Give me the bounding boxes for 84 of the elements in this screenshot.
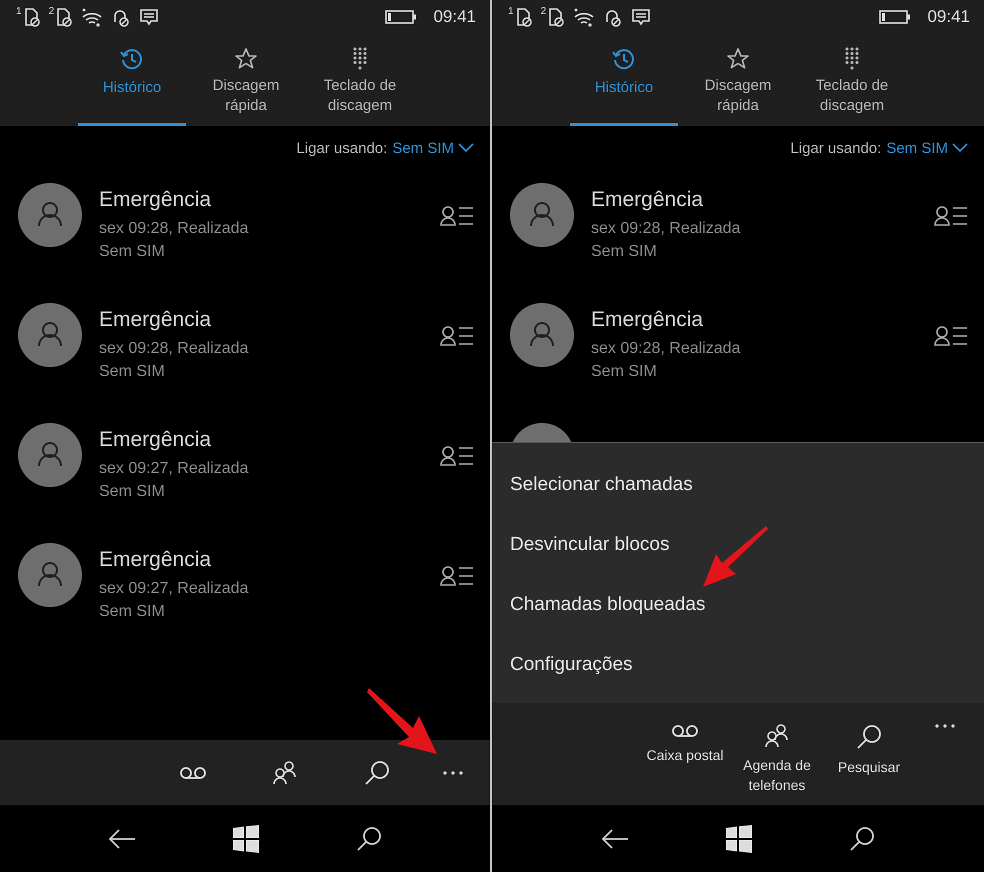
alarm-icon [603,7,624,27]
annotation-arrow [702,524,768,588]
contact-name: Emergência [591,187,704,213]
tab[interactable]: Discagem rápida [192,34,300,126]
sim-icon [22,7,41,27]
windows-logo-icon[interactable] [232,824,260,852]
call-detail: sex 09:28, Realizada [99,339,250,359]
menu-item[interactable]: Desvincular blocos [510,525,984,585]
app-bar-label: Pesquisar [838,758,900,777]
back-icon[interactable] [600,828,630,850]
menu-item[interactable]: Chamadas bloqueadas [510,585,984,645]
sim-icon [55,7,74,27]
avatar-icon [510,183,574,247]
chevron-down-icon[interactable] [952,143,968,153]
contact-details-icon[interactable] [440,565,474,587]
avatar-icon [18,423,82,487]
call-detail: sex 09:27, Realizada [99,459,250,479]
contact-details-icon[interactable] [934,325,968,347]
more-icon[interactable] [934,723,956,729]
sim-icon [547,7,566,27]
call-detail: sex 09:28, Realizada [99,219,250,239]
message-icon [631,7,652,27]
app-bar-label: Agenda de telefones [742,756,812,795]
sim-number: 1 [508,7,514,17]
avatar-icon [18,183,82,247]
contact-name: Emergência [99,427,212,453]
search-icon[interactable] [354,824,383,852]
chevron-down-icon[interactable] [458,143,474,153]
call-sim: Sem SIM [99,362,166,382]
search-icon[interactable] [848,824,876,852]
menu-item[interactable]: Configurações [510,645,984,705]
windows-logo-icon[interactable] [724,824,753,852]
tab[interactable]: Discagem rápida [684,34,792,126]
wifi-icon [573,7,596,27]
sim-selector[interactable]: Sem SIM [886,140,968,156]
call-sim: Sem SIM [591,362,658,382]
menu-item[interactable]: Selecionar chamadas [510,465,984,525]
call-using-label: Ligar usando: [790,140,882,156]
alarm-icon [111,7,132,27]
battery-icon [879,10,912,24]
call-detail: sex 09:28, Realizada [591,339,742,359]
avatar-icon [510,303,574,367]
call-sim: Sem SIM [99,602,166,622]
sim-icon [514,7,533,27]
avatar-icon [18,303,82,367]
message-icon [139,7,160,27]
contact-name: Emergência [99,187,212,213]
history-icon [119,46,145,72]
avatar-icon [18,543,82,607]
call-detail: sex 09:27, Realizada [99,579,250,599]
tab[interactable]: Teclado de discagem [306,34,414,126]
search-icon[interactable] [363,758,391,786]
sim-number: 1 [16,7,22,17]
call-sim: Sem SIM [99,242,166,262]
tab[interactable]: Histórico [78,34,186,126]
sim-selector[interactable]: Sem SIM [392,140,474,156]
more-icon[interactable] [442,770,464,776]
call-using-label: Ligar usando: [296,140,388,156]
contact-name: Emergência [99,307,212,333]
tab[interactable]: Teclado de discagem [798,34,906,126]
call-sim: Sem SIM [99,482,166,502]
contact-name: Emergência [99,547,212,573]
voicemail-icon[interactable] [671,723,699,739]
clock-time: 09:41 [927,7,970,27]
contact-name: Emergência [591,307,704,333]
clock-time: 09:41 [433,7,476,27]
contact-details-icon[interactable] [440,205,474,227]
battery-icon [385,10,418,24]
sim-number: 2 [540,7,546,17]
app-bar-label: Caixa postal [646,746,724,765]
people-icon[interactable] [763,723,791,749]
call-detail: sex 09:28, Realizada [591,219,742,239]
people-icon[interactable] [271,760,299,786]
call-sim: Sem SIM [591,242,658,262]
search-icon[interactable] [855,723,883,751]
voicemail-icon[interactable] [179,764,207,780]
contact-details-icon[interactable] [440,325,474,347]
wifi-icon [81,7,104,27]
contact-details-icon[interactable] [934,205,968,227]
sim-number: 2 [48,7,54,17]
history-icon [611,46,637,72]
tab[interactable]: Histórico [570,34,678,126]
back-icon[interactable] [107,828,138,850]
contact-details-icon[interactable] [440,445,474,467]
